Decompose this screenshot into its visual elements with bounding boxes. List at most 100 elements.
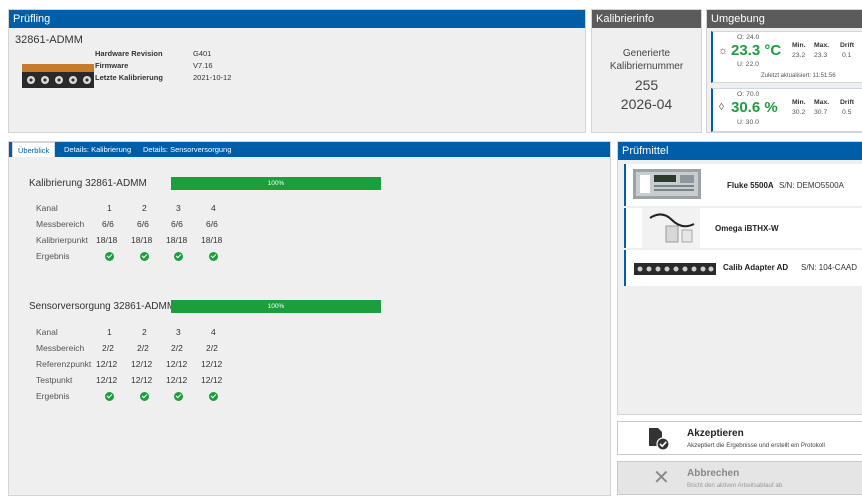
temp-max: 23.3 <box>814 52 828 59</box>
hum-max: 30.7 <box>814 109 828 116</box>
cancel-subtitle: Bricht den aktiven Arbeitsablauf ab <box>687 482 783 489</box>
row-label-messbereich: Messbereich <box>36 219 85 229</box>
fluke-image <box>632 168 702 205</box>
sen-channel: 2 <box>142 327 147 337</box>
temp-drift-label: Drift <box>840 42 854 49</box>
omega-name: Omega iBTHX-W <box>715 224 779 233</box>
kal-punkt: 18/18 <box>96 235 118 245</box>
kal-messbereich: 6/6 <box>102 219 114 229</box>
hum-drift-label: Drift <box>840 99 854 106</box>
hum-value: 30.6 % <box>731 99 778 116</box>
sen-test: 12/12 <box>201 375 223 385</box>
temp-min: 23.2 <box>792 52 806 59</box>
tab-details-sensorversorgung[interactable]: Details: Sensorversorgung <box>138 142 236 157</box>
sen-messbereich: 2/2 <box>171 343 183 353</box>
kalibrierung-progress-label: 100% <box>267 180 285 187</box>
sensor-progress-label: 100% <box>267 303 285 310</box>
row-label-kanal: Kanal <box>36 203 58 213</box>
document-check-icon <box>648 427 670 456</box>
adapter-name: Calib Adapter AD <box>723 263 789 272</box>
close-icon: ✕ <box>653 467 670 489</box>
hardware-value: G401 <box>193 49 212 58</box>
hum-max-label: Max. <box>814 99 830 106</box>
kalibrierung-title: Kalibrierung 32861-ADMM <box>29 178 147 189</box>
adapter-serial: S/N: 104-CAAD <box>801 263 858 272</box>
adapter-image <box>634 262 716 280</box>
check-icon <box>105 252 114 261</box>
instrument-calib-adapter[interactable]: Calib Adapter AD S/N: 104-CAAD <box>624 250 862 286</box>
sen-channel: 4 <box>211 327 216 337</box>
check-icon <box>140 252 149 261</box>
pruefling-panel: Prüfling 32861-ADMM Hardware Revision G4… <box>8 9 586 133</box>
kal-punkt: 18/18 <box>131 235 153 245</box>
kal-messbereich: 6/6 <box>171 219 183 229</box>
check-icon <box>174 392 183 401</box>
sen-channel: 1 <box>107 327 112 337</box>
kalibrierung-progress: 100% <box>171 177 381 190</box>
pruefmittel-header: Prüfmittel <box>618 142 862 160</box>
cancel-button[interactable]: ✕ Abbrechen Bricht den aktiven Arbeitsab… <box>617 461 862 495</box>
instrument-omega[interactable]: Omega iBTHX-W <box>624 208 862 248</box>
sun-icon: ☼ <box>718 45 729 57</box>
check-icon <box>174 252 183 261</box>
temperature-box: O: 24.0 ☼ 23.3 °C U: 22.0 Min. Max. Drif… <box>711 31 862 83</box>
hum-upper-limit: O: 70.0 <box>737 91 760 98</box>
main-panel: Überblick Details: Kalibrierung Details:… <box>8 141 611 496</box>
kal-channel: 2 <box>142 203 147 213</box>
kalibrierinfo-line1: Generierte <box>622 48 671 59</box>
humidity-box: O: 70.0 ◊ 30.6 % U: 30.0 Min. Max. Drift… <box>711 88 862 132</box>
kalibrierinfo-panel: Kalibrierinfo Generierte Kalibriernummer… <box>591 9 702 133</box>
accept-button[interactable]: Akzeptieren Akzeptiert die Ergebnisse un… <box>617 421 862 455</box>
temp-value: 23.3 °C <box>731 42 782 59</box>
row-label-ergebnis: Ergebnis <box>36 251 70 261</box>
pruefmittel-panel: Prüfmittel Fluke 5500A S/N: DEMO5500A Om… <box>617 141 862 415</box>
sen-test: 12/12 <box>131 375 153 385</box>
cancel-title: Abbrechen <box>687 468 740 479</box>
sen-messbereich: 2/2 <box>102 343 114 353</box>
temp-upper-limit: O: 24.0 <box>737 34 760 41</box>
kalibrier-date: 2026-04 <box>620 96 673 112</box>
row-label-kalibrierpunkt: Kalibrierpunkt <box>36 235 88 245</box>
sen-referenz: 12/12 <box>166 359 188 369</box>
sen-messbereich: 2/2 <box>206 343 218 353</box>
firmware-label: Firmware <box>95 61 129 70</box>
droplet-icon: ◊ <box>719 102 724 113</box>
temp-min-label: Min. <box>792 42 806 49</box>
sen-test: 12/12 <box>96 375 118 385</box>
kal-channel: 3 <box>176 203 181 213</box>
tab-ueberblick[interactable]: Überblick <box>12 142 56 157</box>
sen-channel: 3 <box>176 327 181 337</box>
instrument-fluke[interactable]: Fluke 5500A S/N: DEMO5500A <box>624 164 862 206</box>
tab-bar: Überblick Details: Kalibrierung Details:… <box>9 142 610 157</box>
check-icon <box>140 392 149 401</box>
kalibrierinfo-line2: Kalibriernummer <box>609 61 684 72</box>
check-icon <box>209 252 218 261</box>
umgebung-header: Umgebung <box>707 10 862 28</box>
hardware-label: Hardware Revision <box>95 49 163 58</box>
hum-lower-limit: U: 30.0 <box>737 119 759 126</box>
kal-messbereich: 6/6 <box>206 219 218 229</box>
hum-min: 30.2 <box>792 109 806 116</box>
sen-referenz: 12/12 <box>96 359 118 369</box>
sen-test: 12/12 <box>166 375 188 385</box>
kal-channel: 1 <box>107 203 112 213</box>
device-image <box>21 62 95 90</box>
omega-image <box>642 208 700 253</box>
row-label-messbereich: Messbereich <box>36 343 85 353</box>
temp-drift: 0.1 <box>842 52 852 59</box>
firmware-value: V7.16 <box>193 61 213 70</box>
kalibrier-number: 255 <box>634 77 659 93</box>
row-label-referenzpunkt: Referenzpunkt <box>36 359 92 369</box>
check-icon <box>105 392 114 401</box>
sen-messbereich: 2/2 <box>137 343 149 353</box>
tab-details-kalibrierung[interactable]: Details: Kalibrierung <box>59 142 136 157</box>
lastcal-value: 2021-10-12 <box>193 73 232 82</box>
row-label-kanal: Kanal <box>36 327 58 337</box>
fluke-name: Fluke 5500A <box>727 181 774 190</box>
sensor-progress: 100% <box>171 300 381 313</box>
temp-max-label: Max. <box>814 42 830 49</box>
check-icon <box>209 392 218 401</box>
device-name: 32861-ADMM <box>15 34 83 46</box>
kal-punkt: 18/18 <box>166 235 188 245</box>
kal-punkt: 18/18 <box>201 235 223 245</box>
